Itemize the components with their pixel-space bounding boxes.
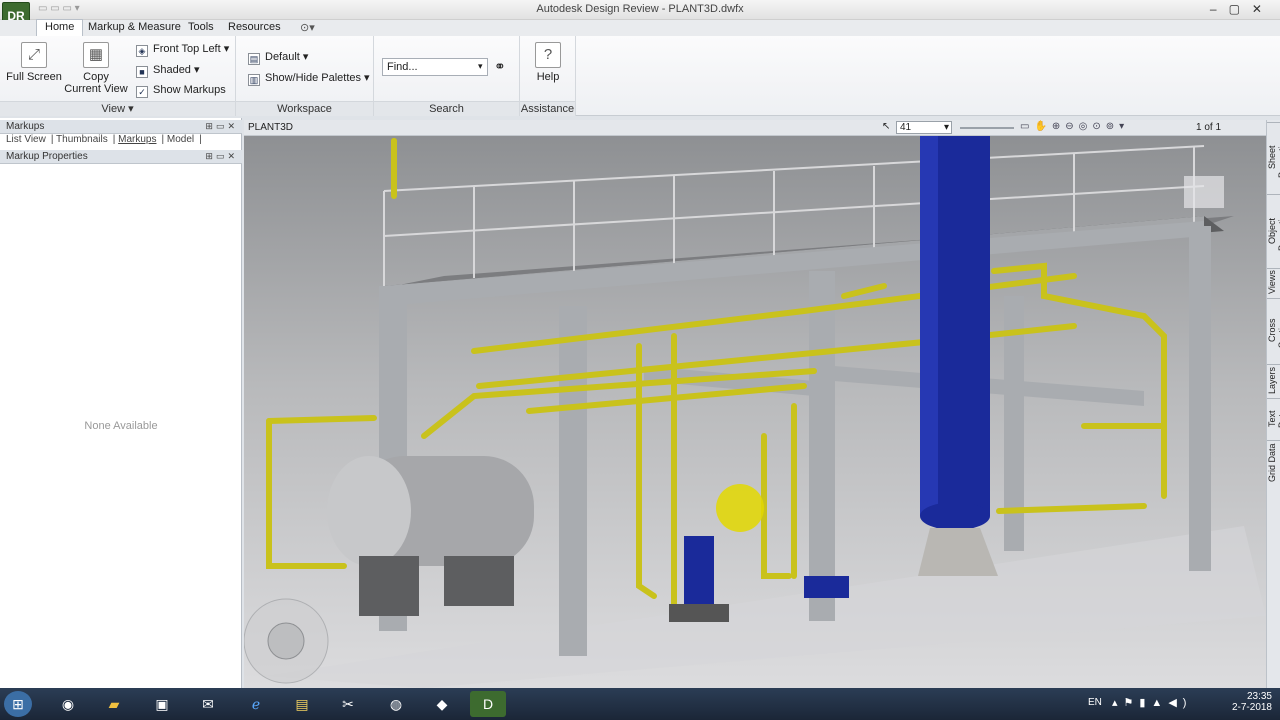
tab-markup-measure[interactable]: Markup & Measure (80, 20, 189, 36)
sticky-notes-icon[interactable]: ▤ (284, 691, 320, 717)
app-icon-1[interactable]: ▣ (144, 691, 180, 717)
none-available-text: None Available (84, 420, 158, 432)
zoom-input[interactable]: 41 ▾ (896, 121, 952, 134)
tab-views[interactable]: Views (1267, 268, 1280, 296)
highlight-marker (716, 484, 764, 532)
find-dropdown-icon[interactable]: ▾ (478, 61, 483, 72)
right-palette-tabs: Sheet Properties Object Properties Views… (1266, 120, 1280, 688)
ribbon: ⤢ Full Screen ▦ Copy Current View ◈ Front… (0, 36, 1280, 116)
tab-cross-sections[interactable]: Cross Sections (1267, 298, 1280, 362)
navigation-tools[interactable]: ▭✋⊕⊖◎⊙⊚▾ (1020, 121, 1129, 132)
help-icon: ? (535, 42, 561, 68)
default-workspace-dropdown[interactable]: ▤ Default ▾ (248, 50, 308, 65)
network-app-icon[interactable]: ◍ (378, 691, 414, 717)
ribbon-tabs: Home Markup & Measure Tools Resources ⊙▾ (0, 19, 1280, 36)
tab-home[interactable]: Home (36, 19, 84, 36)
copy-view-button[interactable]: ▦ Copy Current View (64, 42, 128, 95)
checkbox-checked-icon: ✓ (136, 86, 148, 98)
assistance-panel: ? Help Assistance (520, 36, 576, 116)
pump-2 (804, 576, 849, 598)
binoculars-icon[interactable]: ⚭ (494, 58, 506, 75)
tab-resources[interactable]: Resources (220, 20, 289, 36)
markup-properties-header: Markup Properties ⊞▭✕ (0, 150, 242, 164)
workspace-icon: ▤ (248, 53, 260, 65)
clock[interactable]: 23:35 2-7-2018 (1232, 691, 1272, 713)
cube-icon: ◈ (136, 45, 148, 57)
select-arrow-icon[interactable]: ↖ (882, 121, 890, 132)
tab-sheet-properties[interactable]: Sheet Properties (1267, 122, 1280, 192)
shaded-dropdown[interactable]: ■ Shaded ▾ (136, 63, 200, 78)
subtab-thumbnails[interactable]: Thumbnails (56, 134, 108, 145)
language-indicator[interactable]: EN (1088, 697, 1102, 708)
canvas-toolbar: PLANT3D ↖ 41 ▾ ▭✋⊕⊖◎⊙⊚▾ 1 of 1 (244, 120, 1266, 136)
workspace-panel: ▤ Default ▾ ▥ Show/Hide Palettes ▾ Workspa… (236, 36, 374, 116)
shaded-icon: ■ (136, 66, 148, 78)
show-hide-palettes-dropdown[interactable]: ▥ Show/Hide Palettes ▾ (248, 71, 370, 86)
tab-object-properties[interactable]: Object Properties (1267, 194, 1280, 266)
app-icon-2[interactable]: ◆ (424, 691, 460, 717)
view-panel: ⤢ Full Screen ▦ Copy Current View ◈ Front… (0, 36, 236, 116)
model-viewport[interactable] (243, 136, 1266, 688)
properties-palette-controls[interactable]: ⊞▭✕ (205, 151, 238, 162)
search-panel: Find... ▾ ⚭ Search (374, 36, 520, 116)
left-palette: Markups ⊞▭✕ List View | Thumbnails | Marku… (0, 118, 242, 688)
ie-icon[interactable]: ℯ (238, 691, 274, 717)
start-button[interactable]: ⊞ (4, 691, 32, 717)
full-screen-button[interactable]: ⤢ Full Screen (6, 42, 62, 83)
zoom-slider[interactable] (960, 127, 1014, 129)
window-controls[interactable]: –▢✕ (1210, 2, 1274, 16)
copy-view-label: Copy Current View (64, 71, 128, 95)
palette-controls[interactable]: ⊞▭✕ (205, 121, 238, 132)
help-button[interactable]: ? Help (524, 42, 572, 83)
outlook-icon[interactable]: ✉ (190, 691, 226, 717)
show-markups-checkbox[interactable]: ✓ Show Markups (136, 84, 226, 98)
subtab-model[interactable]: Model (167, 134, 194, 145)
pump-1 (684, 536, 714, 606)
copy-view-icon: ▦ (83, 42, 109, 68)
title-bar: Autodesk Design Review - PLANT3D.dwfx ▭ … (0, 0, 1280, 20)
search-panel-label: Search (374, 101, 519, 116)
view-panel-label[interactable]: View ▾ (0, 101, 235, 116)
snipping-tool-icon[interactable]: ✂ (330, 691, 366, 717)
full-screen-label: Full Screen (6, 71, 62, 83)
sheet-name: PLANT3D (248, 122, 294, 133)
subtab-markups[interactable]: Markups (118, 134, 156, 145)
markups-subtabs: List View | Thumbnails | Markups | Model | (6, 134, 202, 145)
tab-grid-data[interactable]: Grid Data (1267, 440, 1280, 484)
tray-icons[interactable]: ▴⚑▮▲◀) (1112, 696, 1192, 709)
workspace-panel-label: Workspace (236, 101, 373, 116)
windows-taskbar: ⊞ ◉ ▰ ▣ ✉ ℯ ▤ ✂ ◍ ◆ D EN ▴⚑▮▲◀) 23:35 2-… (0, 688, 1280, 720)
steering-wheel[interactable] (243, 598, 329, 684)
tab-layers[interactable]: Layers (1267, 364, 1280, 396)
full-screen-icon: ⤢ (21, 42, 47, 68)
page-indicator: 1 of 1 (1196, 122, 1222, 133)
view-cube[interactable] (1184, 176, 1224, 208)
chrome-icon[interactable]: ◉ (50, 691, 86, 717)
markups-palette-header: Markups ⊞▭✕ (0, 120, 242, 134)
assistance-panel-label: Assistance (520, 101, 575, 116)
quick-access-toolbar[interactable]: ▭ ▭ ▭ ▾ (38, 3, 80, 14)
palettes-icon: ▥ (248, 74, 260, 86)
find-input[interactable]: Find... (382, 58, 488, 76)
tab-options-icon[interactable]: ⊙▾ (292, 20, 323, 36)
design-review-taskbar-icon[interactable]: D (470, 691, 506, 717)
explorer-icon[interactable]: ▰ (96, 691, 132, 717)
view-cube-dropdown[interactable]: ◈ Front Top Left ▾ (136, 42, 229, 57)
tab-tools[interactable]: Tools (180, 20, 222, 36)
tab-text-data[interactable]: Text Data (1267, 398, 1280, 438)
plant-3d-model (243, 136, 1266, 688)
window-title: Autodesk Design Review - PLANT3D.dwfx (536, 3, 744, 15)
horizontal-tank (327, 456, 534, 616)
subtab-list-view[interactable]: List View (6, 134, 46, 145)
